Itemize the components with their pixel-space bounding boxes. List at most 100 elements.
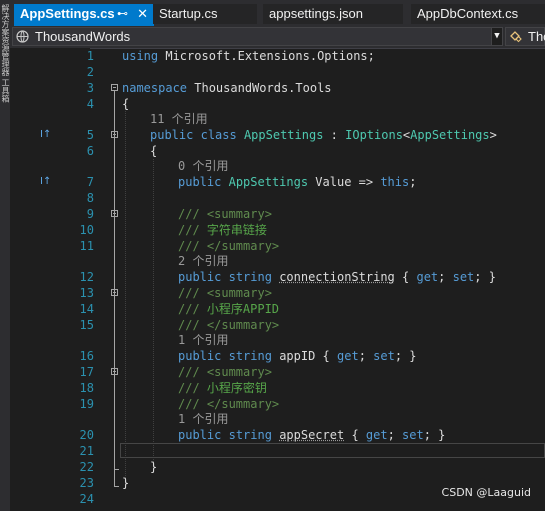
code-line[interactable]: /// </summary> [178, 396, 279, 412]
current-line-highlight [120, 443, 545, 458]
brace: { [122, 97, 130, 111]
codelens-references[interactable]: 11 个引用 [150, 111, 208, 127]
code-text: ; [358, 349, 374, 363]
chevron-down-icon[interactable]: ▼ [491, 27, 503, 46]
document-tab-bar: AppSettings.cs ⊷ ✕ Startup.cs appsetting… [10, 0, 545, 26]
doc-comment-marker: /// [178, 207, 200, 221]
doc-comment-marker: /// [178, 397, 200, 411]
line-number: 16 [79, 349, 94, 363]
collapse-namespace-toggle[interactable] [111, 84, 118, 91]
keyword: string [228, 349, 272, 363]
doc-comment-text: 字符串链接 [199, 223, 267, 237]
collapse-summary-toggle[interactable] [111, 289, 118, 296]
line-number: 3 [86, 81, 94, 95]
brace: } [150, 460, 158, 474]
collapse-summary-toggle[interactable] [111, 368, 118, 375]
side-toolstrip-label[interactable]: 解决方案资源管理器 工具箱 [0, 4, 10, 103]
close-icon[interactable]: ✕ [137, 4, 148, 24]
code-line[interactable]: /// 字符串链接 [178, 222, 267, 238]
codelens-references[interactable]: 2 个引用 [178, 253, 228, 269]
code-line[interactable]: /// 小程序密钥 [178, 380, 267, 396]
code-text: ; } [394, 349, 417, 363]
code-text: : [323, 128, 346, 142]
line-number: 12 [79, 270, 94, 284]
doc-comment-marker: /// [178, 381, 200, 395]
keyword: string [228, 270, 272, 284]
keyword: class [200, 128, 237, 142]
keyword: set [402, 428, 424, 442]
line-number: 14 [79, 302, 94, 316]
line-number: 9 [86, 207, 94, 221]
code-line[interactable]: public class AppSettings : IOptions<AppS… [150, 127, 497, 143]
class-icon [510, 31, 522, 43]
member-dropdown[interactable]: Tho [505, 27, 545, 46]
type-name: IOptions [345, 128, 403, 142]
line-number: 5 [86, 128, 94, 142]
type-name: AppSettings [243, 128, 324, 142]
implements-interface-icon[interactable]: I↑ [40, 174, 51, 190]
keyword: namespace [122, 81, 188, 95]
code-text: ; [387, 428, 403, 442]
collapse-summary-toggle[interactable] [111, 210, 118, 217]
code-text: ThousandWords.Tools [187, 81, 332, 95]
line-number: 1 [86, 49, 94, 63]
tab-appdbcontext-cs[interactable]: AppDbContext.cs [411, 4, 545, 24]
project-name: ThousandWords [35, 29, 131, 44]
line-number: 4 [86, 97, 94, 111]
tab-appsettings-cs[interactable]: AppSettings.cs ⊷ ✕ [14, 4, 154, 26]
tab-label: AppDbContext.cs [417, 6, 519, 21]
code-line[interactable]: { [122, 96, 129, 112]
keyword: public [150, 128, 194, 142]
side-toolstrip[interactable]: 解决方案资源管理器 工具箱 [0, 0, 10, 511]
line-number: 24 [79, 492, 94, 506]
code-line[interactable]: using Microsoft.Extensions.Options; [122, 48, 375, 64]
tab-label: Startup.cs [159, 6, 218, 21]
brace: } [122, 476, 130, 490]
code-line[interactable]: { [150, 143, 157, 159]
brace: { [150, 144, 158, 158]
code-line[interactable]: public string appSecret { get; set; } [178, 427, 445, 443]
tab-appsettings-json[interactable]: appsettings.json [263, 4, 403, 24]
code-line[interactable]: /// <summary> [178, 285, 272, 301]
line-number: 7 [86, 175, 94, 189]
code-line[interactable]: public string connectionString { get; se… [178, 269, 496, 285]
code-line[interactable]: public AppSettings Value => this; [178, 174, 416, 190]
code-line[interactable]: public string appID { get; set; } [178, 348, 417, 364]
line-number: 2 [86, 65, 94, 79]
keyword: set [452, 270, 475, 284]
implements-interface-icon[interactable]: I↑ [40, 127, 51, 143]
navigation-bar: ThousandWords ▼ Tho [10, 26, 545, 49]
code-text: Value => [308, 175, 381, 189]
codelens-references[interactable]: 1 个引用 [178, 332, 228, 348]
doc-comment-text: 小程序APPID [199, 302, 280, 316]
code-line[interactable]: } [150, 459, 157, 475]
outline-end [114, 469, 119, 470]
code-line[interactable]: /// 小程序APPID [178, 301, 279, 317]
doc-comment-marker: /// [178, 365, 200, 379]
project-dropdown[interactable]: ThousandWords [12, 27, 494, 46]
doc-comment-tag: <summary> [199, 365, 272, 379]
code-text: { [315, 349, 337, 363]
code-line[interactable]: /// <summary> [178, 364, 272, 380]
code-line[interactable]: /// <summary> [178, 206, 272, 222]
codelens-references[interactable]: 1 个引用 [178, 411, 228, 427]
code-line[interactable]: /// </summary> [178, 238, 279, 254]
line-number: 19 [79, 397, 94, 411]
code-line[interactable]: /// </summary> [178, 317, 279, 333]
collapse-class-toggle[interactable] [111, 131, 118, 138]
type-name: AppSettings [228, 175, 309, 189]
type-name: AppSettings [410, 128, 490, 142]
tab-startup-cs[interactable]: Startup.cs [153, 4, 257, 24]
code-line[interactable]: namespace ThousandWords.Tools [122, 80, 332, 96]
code-text: > [489, 128, 497, 142]
line-number: 23 [79, 476, 94, 490]
codelens-references[interactable]: 0 个引用 [178, 158, 228, 174]
keyword: public [178, 349, 222, 363]
doc-comment-marker: /// [178, 286, 200, 300]
code-line[interactable]: } [122, 475, 129, 491]
tab-label: AppSettings.cs [20, 6, 115, 21]
pin-icon[interactable]: ⊷ [117, 4, 128, 24]
keyword: string [228, 428, 272, 442]
keyword: get [365, 428, 388, 442]
code-text: ; } [423, 428, 446, 442]
